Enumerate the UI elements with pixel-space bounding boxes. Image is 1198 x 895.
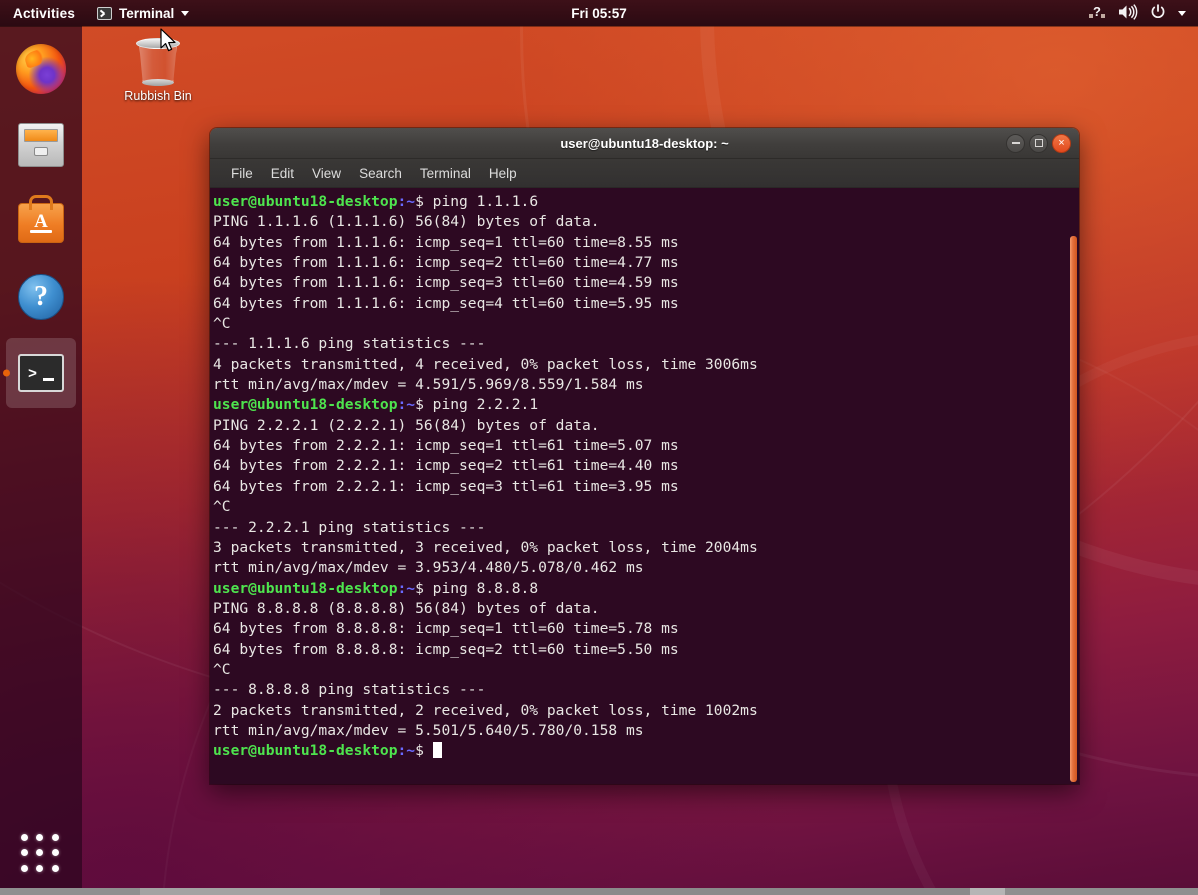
window-controls: ×	[1006, 134, 1079, 153]
software-bag-icon: A	[16, 196, 66, 246]
terminal-output: user@ubuntu18-desktop:~$ ping 1.1.1.6PIN…	[213, 192, 1079, 762]
dock-item-files[interactable]	[6, 110, 76, 180]
prompt-path: :~	[398, 580, 416, 597]
launcher-dock: A ? >	[0, 26, 82, 888]
prompt-path: :~	[398, 396, 416, 413]
prompt-path: :~	[398, 193, 416, 210]
close-button[interactable]: ×	[1052, 134, 1071, 153]
menu-bar: File Edit View Search Terminal Help	[210, 159, 1079, 188]
terminal-icon: >	[16, 348, 66, 398]
terminal-output-line: 64 bytes from 8.8.8.8: icmp_seq=2 ttl=60…	[213, 640, 1079, 660]
menu-view[interactable]: View	[303, 163, 350, 184]
help-glyph: ?	[18, 274, 64, 320]
firefox-icon	[16, 44, 66, 94]
dock-item-firefox[interactable]	[6, 34, 76, 104]
chevron-down-icon[interactable]	[1178, 11, 1186, 16]
bottom-strip	[0, 888, 1198, 895]
app-menu-terminal[interactable]: Terminal	[87, 6, 199, 21]
terminal-scrollbar[interactable]	[1070, 236, 1077, 782]
terminal-output-line: ^C	[213, 497, 1079, 517]
help-icon: ?	[16, 272, 66, 322]
terminal-output-line: 64 bytes from 1.1.1.6: icmp_seq=3 ttl=60…	[213, 273, 1079, 293]
terminal-prompt-line: user@ubuntu18-desktop:~$ ping 2.2.2.1	[213, 395, 1079, 415]
chevron-down-icon	[181, 11, 189, 16]
menu-file[interactable]: File	[222, 163, 262, 184]
prompt-command: $ ping 2.2.2.1	[415, 396, 538, 413]
terminal-output-line: --- 1.1.1.6 ping statistics ---	[213, 334, 1079, 354]
terminal-output-line: ^C	[213, 660, 1079, 680]
activities-button[interactable]: Activities	[0, 6, 87, 21]
top-bar: Activities Terminal Fri 05:57 ?	[0, 0, 1198, 26]
desktop-icon-rubbish-bin[interactable]: Rubbish Bin	[112, 32, 204, 132]
desktop-icon-label: Rubbish Bin	[124, 89, 191, 103]
dock-item-ubuntu-software[interactable]: A	[6, 186, 76, 256]
terminal-output-line: rtt min/avg/max/mdev = 4.591/5.969/8.559…	[213, 375, 1079, 395]
terminal-cursor	[433, 742, 442, 758]
trash-icon	[136, 36, 180, 86]
terminal-output-line: 2 packets transmitted, 2 received, 0% pa…	[213, 701, 1079, 721]
terminal-output-line: 64 bytes from 2.2.2.1: icmp_seq=2 ttl=61…	[213, 456, 1079, 476]
terminal-output-line: PING 1.1.1.6 (1.1.1.6) 56(84) bytes of d…	[213, 212, 1079, 232]
window-titlebar[interactable]: user@ubuntu18-desktop: ~ ×	[210, 128, 1079, 159]
terminal-output-line: 64 bytes from 2.2.2.1: icmp_seq=1 ttl=61…	[213, 436, 1079, 456]
terminal-output-line: rtt min/avg/max/mdev = 5.501/5.640/5.780…	[213, 721, 1079, 741]
terminal-output-line: 3 packets transmitted, 3 received, 0% pa…	[213, 538, 1079, 558]
terminal-window[interactable]: user@ubuntu18-desktop: ~ × File Edit Vie…	[210, 128, 1079, 784]
window-title: user@ubuntu18-desktop: ~	[210, 136, 1079, 151]
menu-terminal[interactable]: Terminal	[411, 163, 480, 184]
network-unknown-icon[interactable]: ?	[1089, 4, 1106, 22]
minimize-button[interactable]	[1006, 134, 1025, 153]
prompt-user-host: user@ubuntu18-desktop	[213, 742, 398, 759]
prompt-command: $ ping 1.1.1.6	[415, 193, 538, 210]
terminal-output-line: 64 bytes from 1.1.1.6: icmp_seq=1 ttl=60…	[213, 233, 1079, 253]
terminal-prompt-line: user@ubuntu18-desktop:~$ ping 8.8.8.8	[213, 579, 1079, 599]
dock-item-terminal[interactable]: >	[6, 338, 76, 408]
maximize-button[interactable]	[1029, 134, 1048, 153]
terminal-output-line: 64 bytes from 1.1.1.6: icmp_seq=2 ttl=60…	[213, 253, 1079, 273]
menu-help[interactable]: Help	[480, 163, 526, 184]
files-icon	[16, 120, 66, 170]
system-tray[interactable]: ?	[1089, 4, 1198, 23]
terminal-prompt-line: user@ubuntu18-desktop:~$ ping 1.1.1.6	[213, 192, 1079, 212]
prompt-user-host: user@ubuntu18-desktop	[213, 396, 398, 413]
terminal-output-line: 64 bytes from 8.8.8.8: icmp_seq=1 ttl=60…	[213, 619, 1079, 639]
volume-icon[interactable]	[1118, 4, 1138, 23]
terminal-output-line: 4 packets transmitted, 4 received, 0% pa…	[213, 355, 1079, 375]
prompt-user-host: user@ubuntu18-desktop	[213, 580, 398, 597]
terminal-output-line: --- 2.2.2.1 ping statistics ---	[213, 518, 1079, 538]
dock-item-help[interactable]: ?	[6, 262, 76, 332]
terminal-output-line: PING 2.2.2.1 (2.2.2.1) 56(84) bytes of d…	[213, 416, 1079, 436]
menu-search[interactable]: Search	[350, 163, 411, 184]
terminal-output-line: --- 8.8.8.8 ping statistics ---	[213, 680, 1079, 700]
menu-edit[interactable]: Edit	[262, 163, 303, 184]
terminal-icon	[97, 7, 112, 20]
app-menu-label: Terminal	[119, 6, 174, 21]
scrollbar-thumb[interactable]	[1070, 236, 1077, 782]
software-a-glyph: A	[19, 212, 63, 231]
prompt-user-host: user@ubuntu18-desktop	[213, 193, 398, 210]
power-icon[interactable]	[1150, 4, 1166, 23]
terminal-screen[interactable]: user@ubuntu18-desktop:~$ ping 1.1.1.6PIN…	[210, 188, 1079, 784]
terminal-output-line: PING 8.8.8.8 (8.8.8.8) 56(84) bytes of d…	[213, 599, 1079, 619]
prompt-path: :~	[398, 742, 416, 759]
svg-text:?: ?	[1093, 4, 1101, 19]
terminal-prompt-line: user@ubuntu18-desktop:~$	[213, 741, 1079, 761]
prompt-command: $ ping 8.8.8.8	[415, 580, 538, 597]
terminal-output-line: rtt min/avg/max/mdev = 3.953/4.480/5.078…	[213, 558, 1079, 578]
show-applications-button[interactable]	[21, 834, 61, 874]
terminal-output-line: 64 bytes from 2.2.2.1: icmp_seq=3 ttl=61…	[213, 477, 1079, 497]
terminal-output-line: 64 bytes from 1.1.1.6: icmp_seq=4 ttl=60…	[213, 294, 1079, 314]
prompt-command: $	[415, 742, 433, 759]
terminal-output-line: ^C	[213, 314, 1079, 334]
